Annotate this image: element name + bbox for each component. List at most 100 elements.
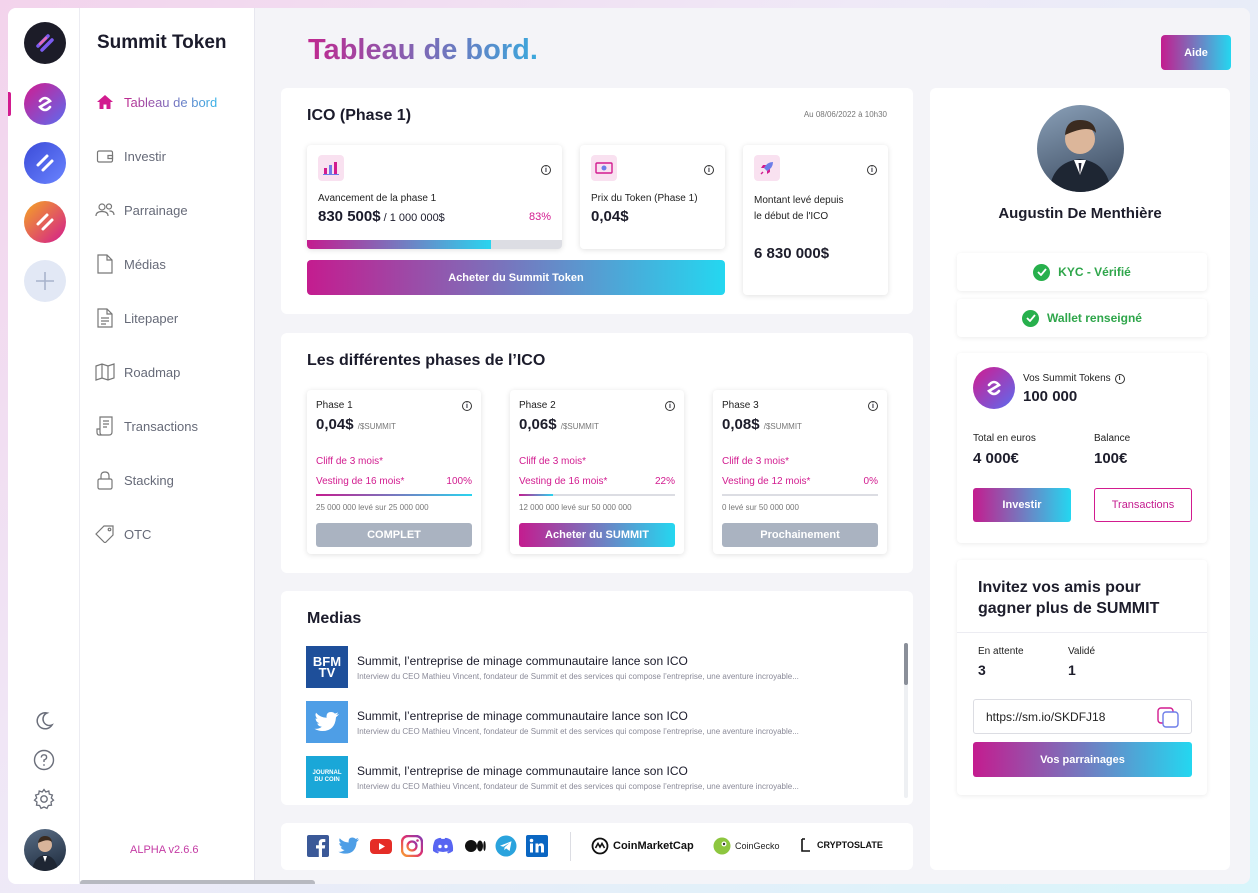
horizontal-scrollbar-thumb[interactable] — [80, 880, 315, 884]
phase-price: 0,06$ /$SUMMIT — [519, 416, 599, 433]
raised-label: Montant levé depuis le début de l'ICO — [754, 195, 844, 222]
nav-label: Tableau de bord — [124, 94, 218, 110]
kyc-status: KYC - Vérifié — [957, 253, 1207, 291]
wallet-label: Wallet renseigné — [1047, 311, 1142, 325]
media-title: Summit, l’entreprise de minage communaut… — [357, 709, 688, 723]
nav-label: Investir — [124, 148, 166, 164]
divider — [957, 632, 1207, 633]
info-icon[interactable]: i — [541, 165, 551, 175]
phase-percent: 100% — [446, 476, 472, 487]
nav-label: OTC — [124, 526, 152, 542]
phase-price: 0,08$ /$SUMMIT — [722, 416, 802, 433]
phase-progress-fill — [519, 494, 553, 496]
info-icon[interactable]: i — [1114, 373, 1125, 384]
phase-progress-bar — [316, 494, 472, 496]
twitter-icon[interactable] — [338, 835, 360, 857]
price-value: 0,04$ — [591, 208, 629, 225]
bar-chart-icon — [318, 155, 344, 181]
twitter-logo-icon — [306, 701, 348, 743]
media-subtitle: Interview du CEO Mathieu Vincent, fondat… — [357, 727, 799, 736]
add-workspace-icon[interactable] — [24, 260, 66, 302]
phase-card: Phase 3 i 0,08$ /$SUMMIT Cliff de 3 mois… — [713, 390, 887, 554]
referral-link-field[interactable]: https://sm.io/SKDFJ18 — [973, 699, 1192, 734]
phase-action-button[interactable]: Acheter du SUMMIT — [519, 523, 675, 547]
check-icon — [1033, 263, 1051, 281]
nav-item-dashboard[interactable]: Tableau de bord — [95, 92, 217, 112]
user-avatar[interactable] — [24, 829, 66, 871]
divider — [570, 832, 571, 861]
nav-item-roadmap[interactable]: Roadmap — [95, 362, 180, 382]
media-item[interactable]: JOURNAL DU COIN Summit, l’entreprise de m… — [306, 756, 886, 798]
discord-icon[interactable] — [432, 835, 454, 857]
pending-value: 3 — [978, 662, 986, 678]
phase-progress-bar — [722, 494, 878, 496]
linkedin-icon[interactable] — [526, 835, 548, 857]
moon-icon[interactable] — [33, 710, 55, 737]
referral-card: Invitez vos amis pour gagner plus de SUMM… — [957, 560, 1207, 795]
phase-action-button[interactable]: COMPLET — [316, 523, 472, 547]
progress-label: Avancement de la phase 1 — [318, 193, 437, 204]
info-icon[interactable]: i — [462, 401, 472, 411]
media-scrollbar-track[interactable] — [904, 643, 908, 798]
youtube-icon[interactable] — [370, 835, 392, 857]
phase-progress-bar — [519, 494, 675, 496]
paper-icon — [95, 308, 115, 328]
nav-item-referral[interactable]: Parrainage — [95, 200, 188, 220]
info-icon[interactable]: i — [867, 165, 877, 175]
home-icon — [95, 92, 115, 112]
nav-item-stacking[interactable]: Stacking — [95, 470, 174, 490]
phase-action-button[interactable]: Prochainement — [722, 523, 878, 547]
instagram-icon[interactable] — [400, 834, 424, 858]
referrals-button[interactable]: Vos parrainages — [973, 742, 1192, 777]
info-icon[interactable]: i — [704, 165, 714, 175]
transactions-button[interactable]: Transactions — [1094, 488, 1192, 522]
facebook-icon[interactable] — [307, 835, 329, 857]
settings-gear-icon[interactable] — [33, 788, 55, 815]
info-icon[interactable]: i — [665, 401, 675, 411]
workspace-2-icon[interactable] — [24, 142, 66, 184]
document-icon — [95, 254, 115, 274]
workspace-rail — [8, 8, 80, 884]
workspace-3-icon[interactable] — [24, 201, 66, 243]
nav-item-litepaper[interactable]: Litepaper — [95, 308, 178, 328]
nav-item-invest[interactable]: Investir — [95, 146, 166, 166]
copy-icon[interactable] — [1157, 707, 1181, 734]
telegram-icon[interactable] — [495, 835, 517, 857]
coinmarketcap-link[interactable]: CoinMarketCap — [591, 837, 694, 855]
app-logo-icon[interactable] — [24, 22, 66, 64]
media-scrollbar-thumb[interactable] — [904, 643, 908, 685]
journal-du-coin-logo-icon: JOURNAL DU COIN — [306, 756, 348, 798]
phase-progress-fill — [316, 494, 472, 496]
medium-icon[interactable] — [464, 835, 486, 857]
help-icon[interactable] — [33, 749, 55, 776]
phase-percent: 22% — [654, 476, 675, 487]
active-indicator — [8, 92, 11, 116]
progress-percent: 83% — [528, 211, 551, 223]
buy-summit-token-button[interactable]: Acheter du Summit Token — [307, 260, 725, 295]
nav-item-medias[interactable]: Médias — [95, 254, 166, 274]
partner-label: CRYPTOSLATE — [817, 840, 883, 850]
phases-title: Les différentes phases de l’ICO — [307, 352, 546, 369]
phase-name: Phase 3 — [722, 400, 759, 411]
info-icon[interactable]: i — [868, 401, 878, 411]
phase-cliff: Cliff de 3 mois* — [316, 456, 384, 467]
referral-link: https://sm.io/SKDFJ18 — [986, 710, 1106, 724]
help-button[interactable]: Aide — [1161, 35, 1231, 70]
media-item[interactable]: Summit, l’entreprise de minage communaut… — [306, 701, 886, 743]
cryptoslate-link[interactable]: CRYPTOSLATE — [801, 838, 883, 852]
nav-label: Parrainage — [124, 202, 188, 218]
progress-bar — [307, 240, 562, 249]
coingecko-link[interactable]: CoinGecko — [713, 837, 780, 855]
nav-item-otc[interactable]: OTC — [95, 524, 151, 544]
media-title: Summit, l’entreprise de minage communaut… — [357, 764, 688, 778]
invest-button[interactable]: Investir — [973, 488, 1071, 522]
nav-item-transactions[interactable]: Transactions — [95, 416, 198, 436]
summit-workspace-icon[interactable] — [24, 83, 66, 125]
ico-card: ICO (Phase 1) Au 08/06/2022 à 10h30 i Av… — [281, 88, 913, 314]
total-label: Total en euros — [973, 433, 1036, 444]
partner-label: CoinMarketCap — [613, 840, 694, 852]
referral-title: Invitez vos amis pour gagner plus de SUMM… — [978, 579, 1160, 617]
nav-label: Transactions — [124, 418, 198, 434]
media-item[interactable]: BFM TV Summit, l’entreprise de minage com… — [306, 646, 886, 688]
token-price-card: i Prix du Token (Phase 1) 0,04$ — [580, 145, 725, 249]
